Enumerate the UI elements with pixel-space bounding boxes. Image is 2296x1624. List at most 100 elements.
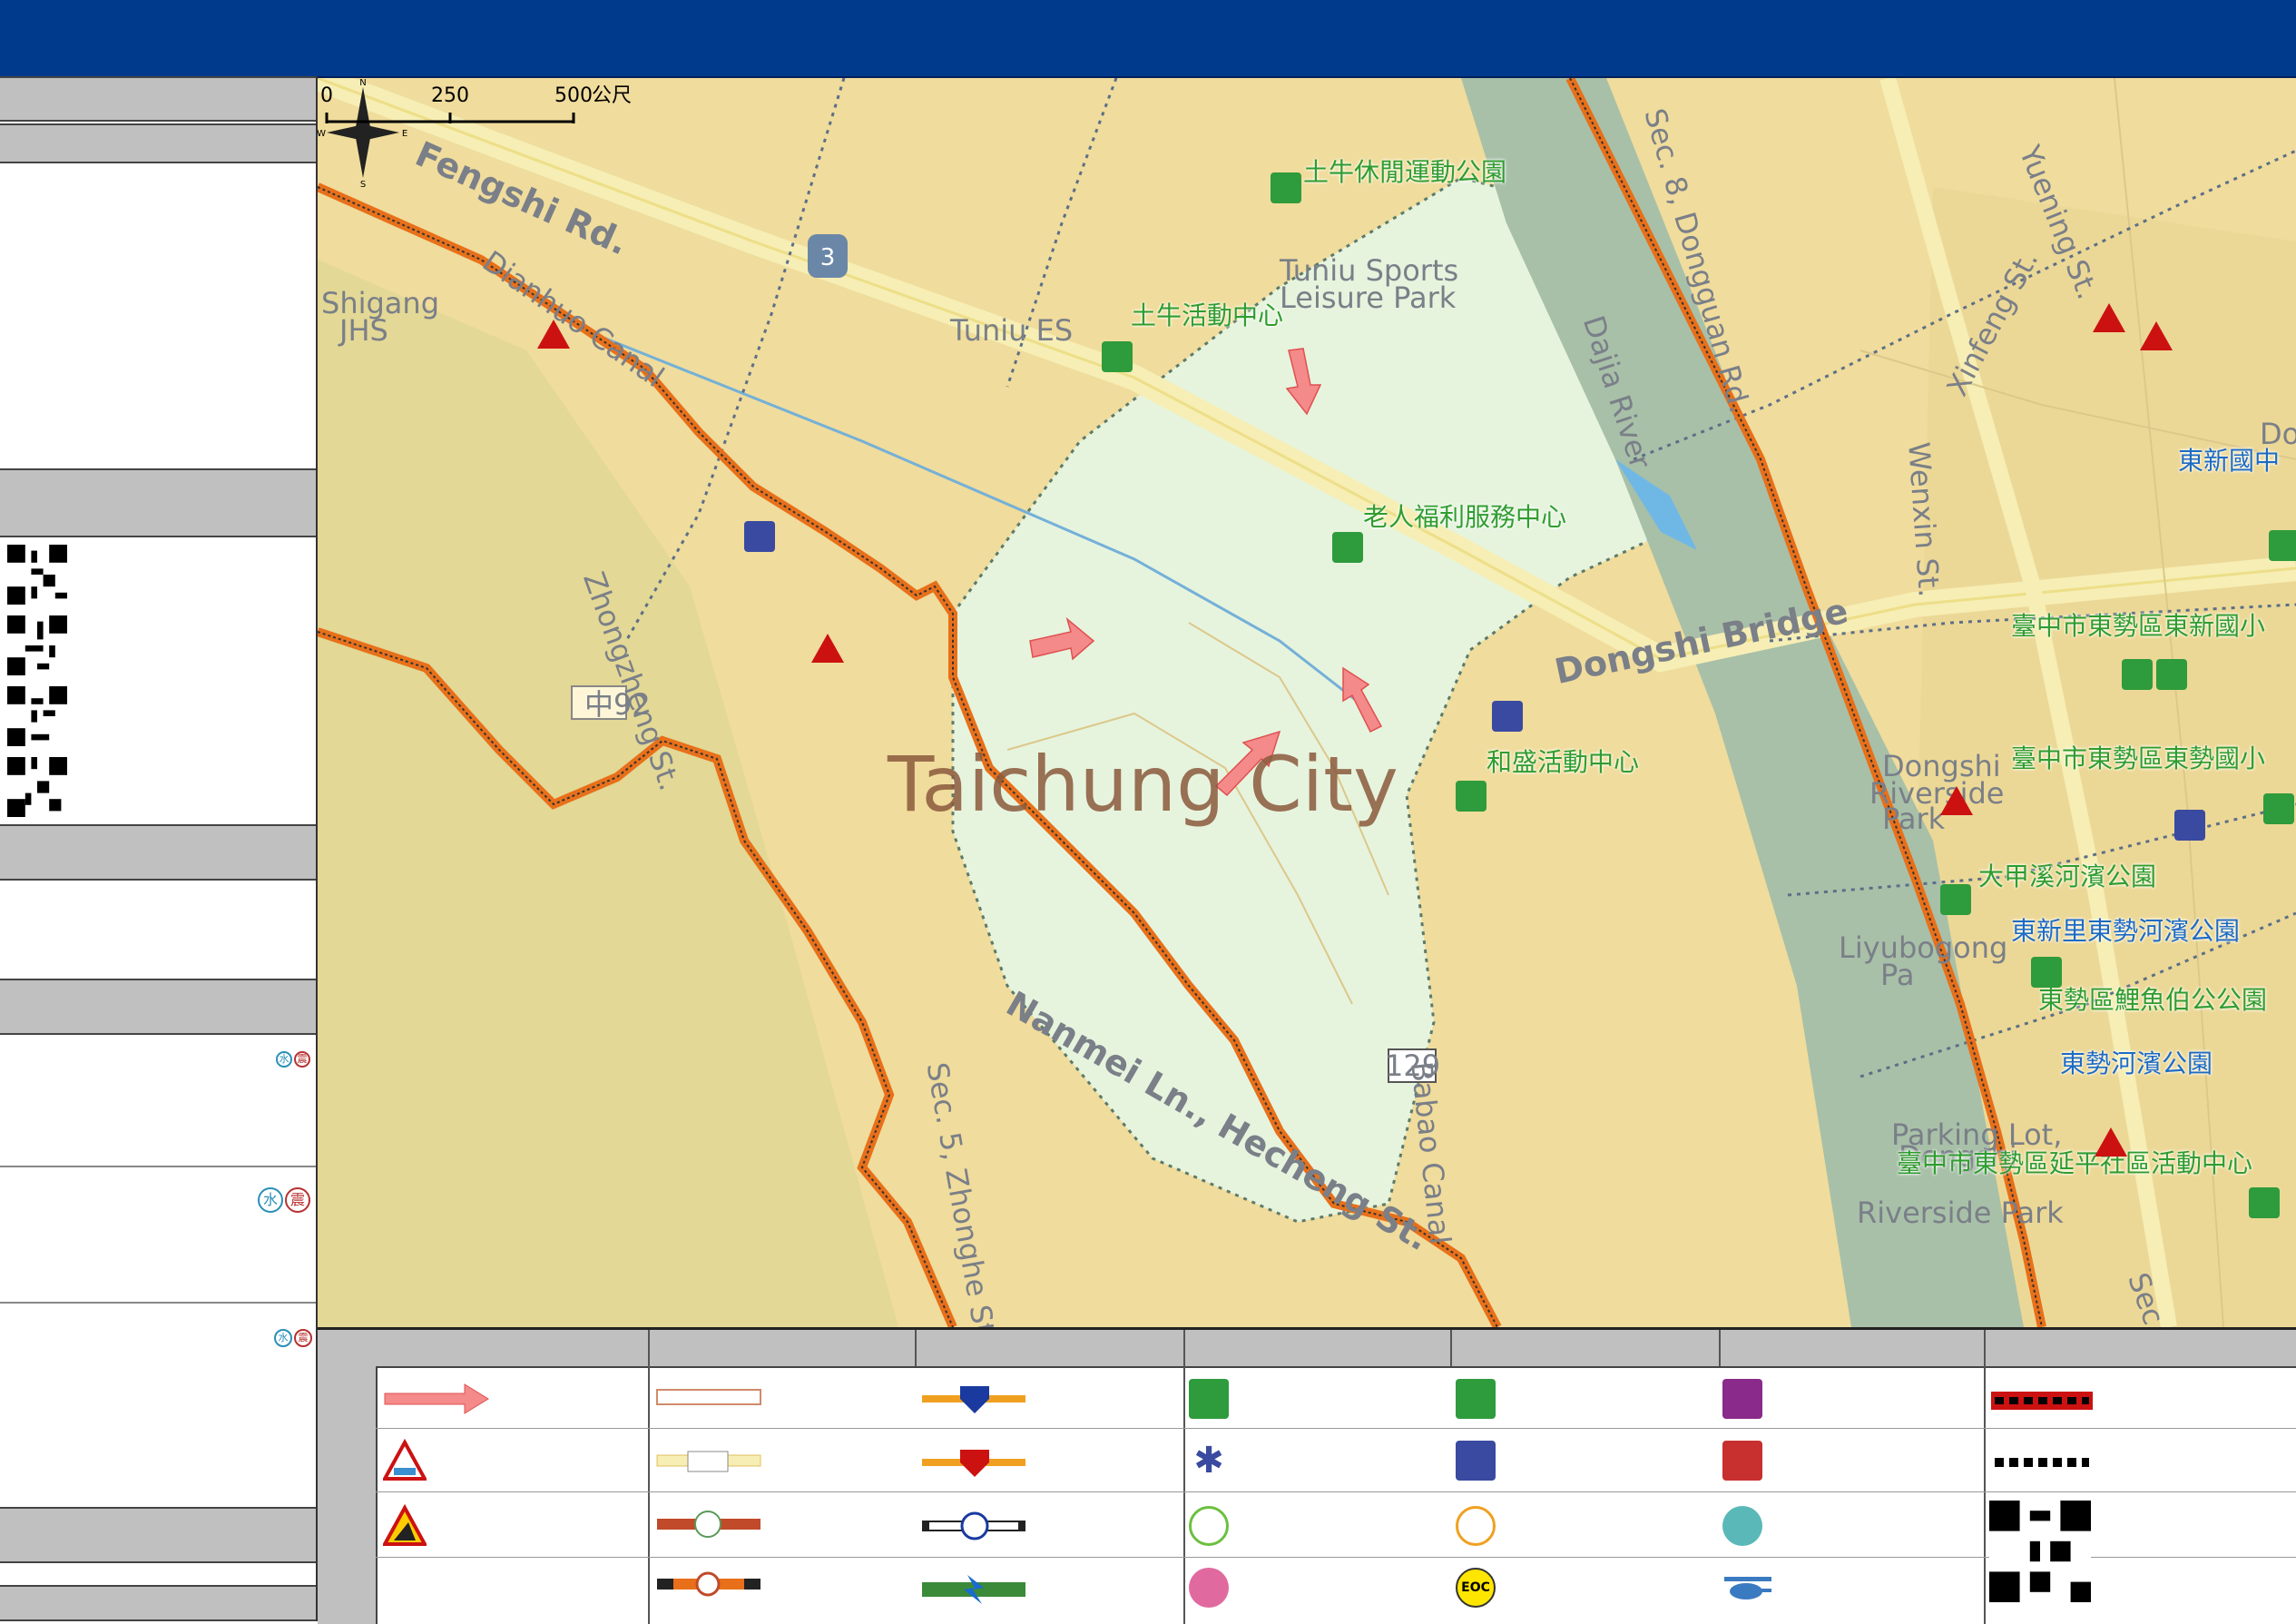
- legend-side-column: [318, 1330, 378, 1624]
- sidebar-bar-6: [0, 1507, 316, 1563]
- shelter-icon[interactable]: [1456, 781, 1487, 812]
- flood-badge: 水: [258, 1187, 283, 1213]
- hazard-badge-3: 水 震: [274, 1329, 312, 1347]
- landslide-hazard-icon: [537, 320, 570, 349]
- map-canvas[interactable]: 3 N S E W Fengshi Rd. Dianhuo Canal Shigan…: [318, 78, 2296, 1327]
- facility-label[interactable]: 東勢區鯉魚伯公公園: [2038, 988, 2267, 1013]
- landslide-hazard-icon: [2093, 303, 2125, 332]
- facility-label[interactable]: 東新里東勢河濱公園: [2011, 919, 2240, 944]
- place-label: Pa: [1880, 958, 1915, 992]
- place-label: Don: [2260, 417, 2296, 451]
- landslide-hazard-icon: [1940, 786, 1973, 815]
- scale-tick-0: 0: [320, 84, 333, 107]
- sidebar-panel-qr: [0, 537, 316, 817]
- road-legend-icon-2: [656, 1451, 761, 1472]
- landslide-hazard-icon: [811, 634, 844, 663]
- provincial-road-legend-icon: [657, 1511, 760, 1538]
- legend-qr-code[interactable]: [1989, 1501, 2091, 1602]
- hazard-badge-1: 水 震: [276, 1051, 310, 1068]
- hazard-badge-2: 水 震: [258, 1187, 310, 1213]
- shelter-icon[interactable]: [2263, 793, 2294, 824]
- flood-badge: 水: [274, 1329, 292, 1347]
- sidebar-bar-4: [0, 824, 316, 881]
- medical-legend-icon: ✱: [1193, 1440, 1224, 1481]
- facility-label[interactable]: 臺中市東勢區延平社區活動中心: [1897, 1151, 2252, 1176]
- childcare-legend-icon: [1722, 1506, 1762, 1546]
- fire-brigade-legend-icon: [1722, 1441, 1762, 1481]
- evacuation-arrow-legend-icon: [384, 1383, 489, 1414]
- compass-s: S: [360, 180, 366, 187]
- facility-label[interactable]: 大甲溪河濱公園: [1978, 864, 2156, 890]
- district-boundary-legend-icon: [1991, 1392, 2093, 1410]
- shelter-icon[interactable]: [1102, 341, 1133, 372]
- quake-badge: 震: [294, 1051, 310, 1068]
- place-label: Tuniu ES: [950, 313, 1074, 348]
- fire-station-legend-icon: [1722, 1379, 1762, 1419]
- scale-bar: 0 250 500 公尺: [320, 84, 632, 123]
- place-label: 129: [1385, 1048, 1441, 1083]
- facility-label[interactable]: 土牛休閒運動公園: [1303, 160, 1506, 185]
- svg-text:3: 3: [820, 244, 836, 271]
- place-label: JHS: [339, 313, 388, 348]
- place-label: Liyubogong: [1839, 930, 2008, 965]
- flood-hazard-legend-icon: [383, 1439, 427, 1481]
- shelter-legend-icon: [1456, 1379, 1496, 1419]
- park-icon[interactable]: [2031, 957, 2062, 988]
- rail-station-legend-icon: [922, 1511, 1025, 1540]
- hsr-legend-icon: [922, 1575, 1025, 1604]
- quake-badge: 震: [285, 1187, 310, 1213]
- header-bar: [0, 0, 2296, 78]
- police-station-icon[interactable]: [744, 521, 775, 552]
- qr-code-3[interactable]: [7, 686, 67, 746]
- sidebar-bar-3: [0, 468, 316, 537]
- village-boundary-legend-icon: [1995, 1458, 2089, 1467]
- route-red-legend-icon: [922, 1450, 1025, 1477]
- route-blue-legend-icon: [922, 1386, 1025, 1413]
- sidebar-panel-4: [0, 881, 316, 977]
- shelter-icon[interactable]: [1332, 532, 1363, 563]
- landslide-hazard-icon: [2140, 321, 2173, 350]
- facility-label[interactable]: 東新國中: [2178, 448, 2280, 474]
- facility-label[interactable]: 土牛活動中心: [1131, 303, 1283, 329]
- shelter-icon[interactable]: [2249, 1187, 2280, 1218]
- accessible-legend-icon: [1189, 1506, 1229, 1546]
- scale-unit: 公尺: [592, 84, 632, 107]
- welfare-legend-icon: [1189, 1568, 1229, 1608]
- park-legend-icon: [1189, 1379, 1229, 1419]
- place-label: Park: [1882, 802, 1946, 836]
- legend-header-row: [376, 1330, 2296, 1368]
- facility-label[interactable]: 老人福利服務中心: [1363, 505, 1566, 530]
- city-label: Taichung City: [888, 740, 1398, 829]
- police-legend-icon: [1456, 1441, 1496, 1481]
- compass-w: W: [318, 129, 326, 139]
- park-icon[interactable]: [1940, 884, 1971, 915]
- qr-code-4[interactable]: [7, 757, 67, 817]
- qr-code-1[interactable]: [7, 545, 67, 605]
- sidebar-bar-1: [0, 76, 316, 122]
- shelter-icon[interactable]: [2269, 530, 2296, 561]
- qr-code-2[interactable]: [7, 615, 67, 675]
- park-icon[interactable]: [2156, 659, 2187, 690]
- helicopter-legend-icon: [1722, 1575, 1773, 1602]
- flood-badge: 水: [276, 1051, 292, 1068]
- sidebar-panel-info: [0, 163, 316, 447]
- compass-e: E: [402, 129, 407, 139]
- scale-tick-250: 250: [431, 84, 469, 107]
- eoc-legend-icon: EOC: [1456, 1568, 1496, 1608]
- shelter-icon[interactable]: [2122, 659, 2153, 690]
- facility-label[interactable]: 和盛活動中心: [1487, 750, 1639, 775]
- police-station-icon[interactable]: [1492, 701, 1523, 732]
- park-icon[interactable]: [1271, 172, 1301, 203]
- place-label: Riverside Park: [1857, 1196, 2064, 1230]
- sidebar-panel-shelters: 水 震 水 震 水 震: [0, 1035, 316, 1507]
- sidebar-bar-5: [0, 979, 316, 1035]
- sidebar-bar-2: [0, 123, 316, 163]
- facility-label[interactable]: 臺中市東勢區東勢國小: [2011, 746, 2265, 772]
- landslide-hazard-icon: [2095, 1127, 2127, 1156]
- facility-label[interactable]: 東勢河濱公園: [2060, 1051, 2213, 1077]
- place-label: 中92: [584, 687, 651, 722]
- place-label: Leisure Park: [1280, 281, 1457, 315]
- police-station-icon[interactable]: [2174, 810, 2205, 841]
- railway-legend-icon: [657, 1571, 760, 1597]
- facility-label[interactable]: 臺中市東勢區東新國小: [2011, 614, 2265, 639]
